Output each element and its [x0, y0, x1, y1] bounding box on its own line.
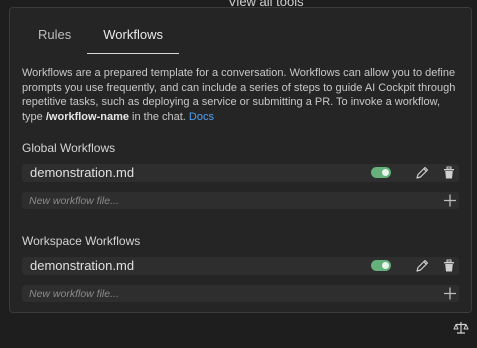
- workflow-command: /workflow-name: [45, 110, 129, 123]
- workflow-toggle[interactable]: [371, 260, 391, 271]
- docs-link[interactable]: Docs: [189, 111, 214, 123]
- scale-icon[interactable]: [453, 320, 469, 336]
- toggle-knob: [382, 169, 389, 176]
- plus-icon[interactable]: [442, 192, 458, 209]
- workspace-workflow-row: demonstration.md: [22, 257, 459, 275]
- workflow-name: demonstration.md: [30, 258, 135, 273]
- workflow-name: demonstration.md: [30, 165, 135, 180]
- workspace-workflows-title: Workspace Workflows: [22, 234, 141, 248]
- global-new-workflow-row: [22, 192, 459, 209]
- tab-workflows[interactable]: Workflows: [87, 8, 179, 54]
- plus-icon[interactable]: [442, 285, 458, 302]
- description-text-end: in the chat.: [128, 110, 189, 123]
- pencil-icon[interactable]: [413, 164, 431, 182]
- trash-icon[interactable]: [440, 257, 458, 275]
- workspace-new-workflow-input[interactable]: [29, 285, 409, 302]
- workflows-panel: Rules Workflows Workflows are a prepared…: [9, 7, 472, 313]
- trash-icon[interactable]: [440, 164, 458, 182]
- toggle-knob: [382, 262, 389, 269]
- tab-rules[interactable]: Rules: [22, 8, 87, 54]
- global-workflows-title: Global Workflows: [22, 141, 116, 155]
- global-new-workflow-input[interactable]: [29, 192, 409, 209]
- workspace-new-workflow-row: [22, 285, 459, 302]
- workflows-description: Workflows are a prepared template for a …: [22, 66, 462, 124]
- global-workflow-row: demonstration.md: [22, 164, 459, 182]
- tab-bar: Rules Workflows: [22, 8, 179, 54]
- workflow-toggle[interactable]: [371, 167, 391, 178]
- pencil-icon[interactable]: [413, 257, 431, 275]
